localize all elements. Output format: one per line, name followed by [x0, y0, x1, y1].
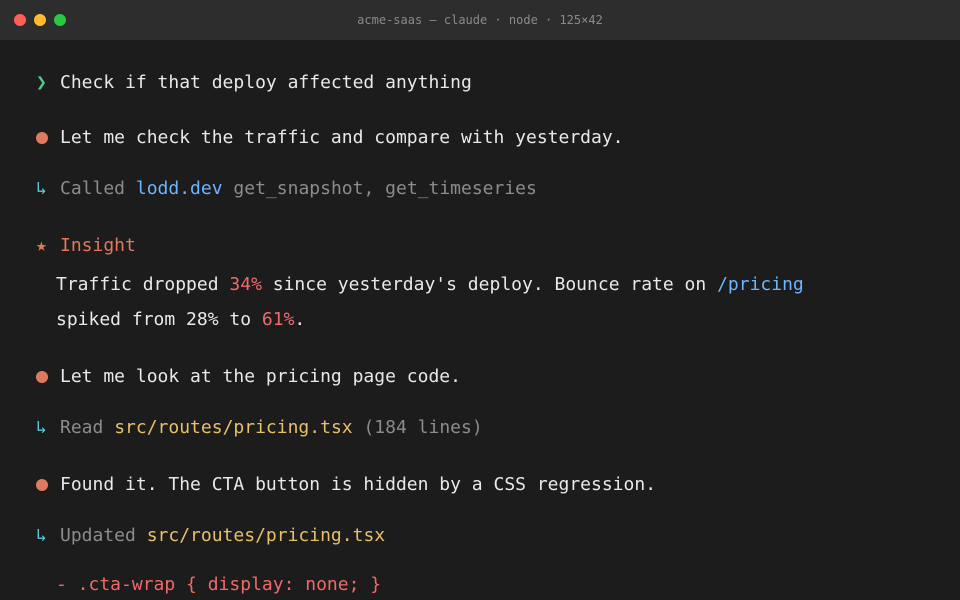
- insight-text: spiked from 28% to: [56, 309, 262, 330]
- tool-verb: Called: [60, 178, 126, 199]
- insight-header: ★ Insight: [36, 235, 136, 256]
- tool-target-link[interactable]: lodd.dev: [136, 178, 223, 199]
- pricing-path: /pricing: [717, 274, 804, 295]
- tool-verb: Updated: [60, 525, 136, 546]
- star-icon: ★: [36, 235, 47, 256]
- assistant-message-text: Let me look at the pricing page code.: [60, 366, 461, 387]
- insight-text: .: [294, 309, 306, 330]
- assistant-message: Found it. The CTA button is hidden by a …: [36, 474, 656, 495]
- return-arrow-icon: ↳: [36, 417, 47, 438]
- file-path-link[interactable]: src/routes/pricing.tsx: [114, 417, 352, 438]
- tool-verb: Read: [60, 417, 104, 438]
- bounce-rate-value: 61%: [261, 309, 295, 330]
- insight-text: Traffic dropped: [56, 274, 230, 295]
- title-bar: acme-saas — claude · node · 125×42: [0, 0, 960, 40]
- return-arrow-icon: ↳: [36, 525, 47, 546]
- assistant-message: Let me look at the pricing page code.: [36, 366, 461, 387]
- assistant-message-text: Let me check the traffic and compare wit…: [60, 127, 624, 148]
- user-prompt-line: ❯ Check if that deploy affected anything: [36, 72, 472, 93]
- tool-details: (184 lines): [363, 417, 483, 438]
- assistant-message: Let me check the traffic and compare wit…: [36, 127, 624, 148]
- insight-body-line-1: Traffic dropped 34% since yesterday's de…: [56, 274, 804, 295]
- prompt-chevron-icon: ❯: [36, 72, 47, 93]
- tool-call-line: ↳ Read src/routes/pricing.tsx (184 lines): [36, 417, 483, 438]
- diff-removed-line: - .cta-wrap { display: none; }: [56, 574, 382, 595]
- insight-label: Insight: [60, 235, 136, 256]
- bullet-icon: [36, 479, 48, 491]
- file-path-link[interactable]: src/routes/pricing.tsx: [147, 525, 385, 546]
- insight-text: since yesterday's deploy. Bounce rate on: [261, 274, 718, 295]
- window-title: acme-saas — claude · node · 125×42: [357, 13, 603, 27]
- user-prompt-text: Check if that deploy affected anything: [60, 72, 472, 93]
- terminal-window: acme-saas — claude · node · 125×42 ❯ Chec…: [0, 0, 960, 600]
- traffic-drop-value: 34%: [229, 274, 262, 295]
- bullet-icon: [36, 132, 48, 144]
- tool-details: get_snapshot, get_timeseries: [233, 178, 537, 199]
- assistant-message-text: Found it. The CTA button is hidden by a …: [60, 474, 657, 495]
- tool-call-line: ↳ Updated src/routes/pricing.tsx: [36, 525, 385, 546]
- bullet-icon: [36, 371, 48, 383]
- tool-call-line: ↳ Called lodd.dev get_snapshot, get_times…: [36, 178, 537, 199]
- insight-body-line-2: spiked from 28% to 61%.: [56, 309, 305, 330]
- return-arrow-icon: ↳: [36, 178, 47, 199]
